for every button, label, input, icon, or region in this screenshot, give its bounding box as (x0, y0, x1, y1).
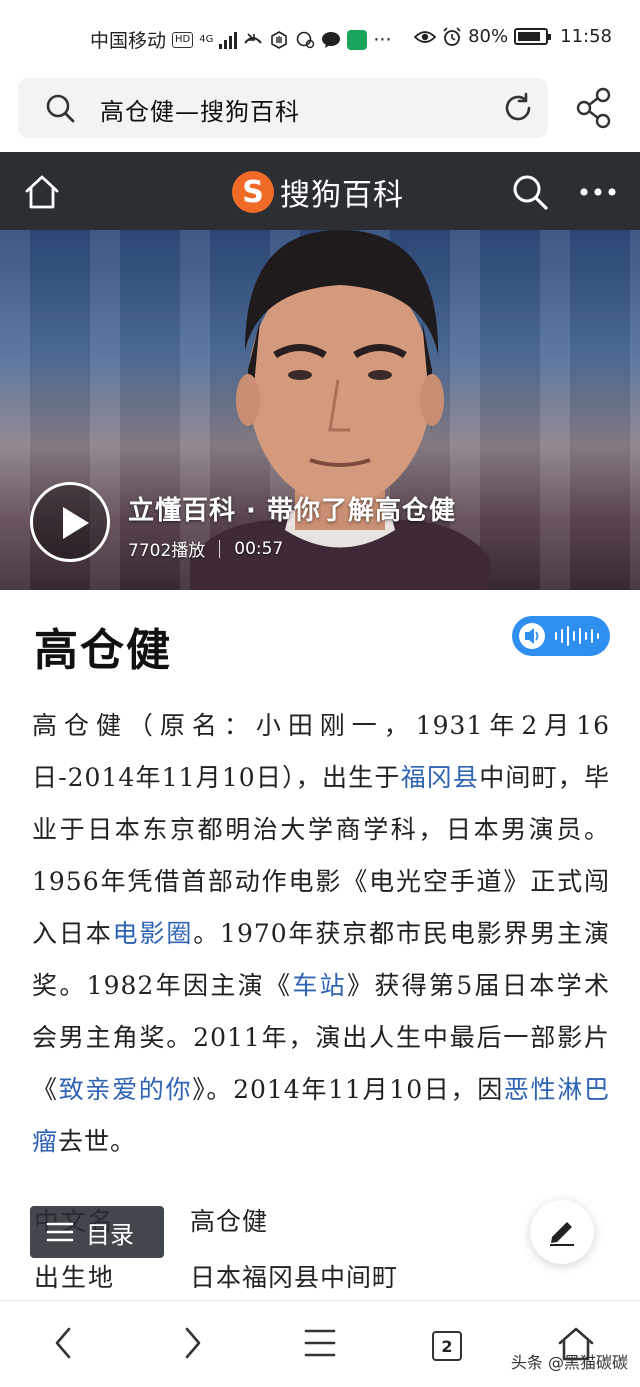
more-icon[interactable] (576, 172, 620, 212)
eye-icon (414, 30, 437, 43)
info-value: 高仓健 (190, 1207, 269, 1236)
play-count: 7702播放 (128, 541, 206, 561)
network-label: 4G (199, 33, 214, 45)
play-button[interactable] (30, 482, 110, 562)
clock: 11:58 (560, 26, 612, 47)
carrier-label: 中国移动 (90, 30, 167, 52)
summary-text: 》。2014年11月10日，因 (192, 1075, 504, 1104)
battery-percent: 80% (468, 26, 509, 47)
logo-text: 搜狗百科 (280, 178, 404, 213)
app-icon (347, 29, 368, 50)
summary-link[interactable]: 致亲爱的你 (59, 1075, 192, 1104)
play-icon (63, 507, 89, 539)
summary-link[interactable]: 车站 (292, 971, 347, 1000)
status-right: 80% 11:58 (414, 26, 612, 47)
info-key: 出生地 (34, 1263, 116, 1292)
summary-link[interactable]: 电影圈 (113, 919, 194, 948)
tabs-button[interactable]: 2 (432, 1331, 462, 1361)
entry-summary: 高仓健（原名：小田刚一，1931年2月16日-2014年11月10日），出生于福… (32, 700, 610, 1168)
video-meta: 7702播放 00:57 (128, 536, 284, 562)
battery-icon (514, 28, 552, 45)
video-duration: 00:57 (234, 538, 284, 559)
page-title[interactable]: 高仓健—搜狗百科 (100, 92, 300, 127)
signal-icon (219, 31, 238, 49)
site-logo[interactable]: S 搜狗百科 (232, 170, 404, 214)
site-header: S 搜狗百科 (0, 152, 640, 230)
logo-mark: S (232, 171, 274, 213)
video-title: 立懂百科 · 带你了解高仓健 (128, 496, 456, 526)
summary-text: 去世。 (58, 1127, 137, 1156)
info-value: 日本福冈县中间町 (190, 1263, 399, 1292)
alarm-icon (443, 26, 461, 46)
hd-badge: HD (172, 31, 194, 48)
menu-icon[interactable] (298, 1321, 342, 1365)
watermark: 头条 @黑猫碳碳 (510, 1353, 628, 1372)
menu-icon (46, 1222, 74, 1242)
pencil-icon (550, 1222, 574, 1246)
table-of-contents-button[interactable]: 目录 (30, 1206, 164, 1258)
search-icon[interactable] (44, 92, 76, 124)
entry-title: 高仓健 (34, 625, 172, 676)
status-bar: 中国移动 HD 4G ··· 80% 11:58 (0, 0, 640, 78)
chat-icon (297, 31, 315, 48)
back-icon[interactable] (42, 1321, 86, 1365)
address-bar[interactable]: 高仓健—搜狗百科 (18, 78, 548, 138)
home-icon[interactable] (22, 172, 62, 212)
meta-divider (219, 539, 221, 558)
refresh-icon[interactable] (502, 92, 534, 124)
share-icon[interactable] (574, 86, 614, 130)
audio-read-button[interactable] (512, 616, 610, 656)
forward-icon[interactable] (170, 1321, 214, 1365)
edit-button[interactable] (530, 1200, 594, 1264)
info-row-birthplace: 出生地 日本福冈县中间町 (34, 1258, 398, 1294)
missed-call-icon (244, 32, 263, 44)
hand-icon (271, 30, 288, 49)
search-icon[interactable] (510, 172, 550, 212)
more-notifications: ··· (373, 28, 392, 51)
speaker-waveform-icon (519, 623, 599, 649)
status-left: 中国移动 HD 4G ··· (90, 26, 392, 53)
toc-label: 目录 (86, 1220, 134, 1249)
message-icon (322, 31, 341, 48)
bottom-nav: 2 头条 @黑猫碳碳 (0, 1300, 640, 1387)
summary-link[interactable]: 福冈县 (401, 763, 480, 792)
